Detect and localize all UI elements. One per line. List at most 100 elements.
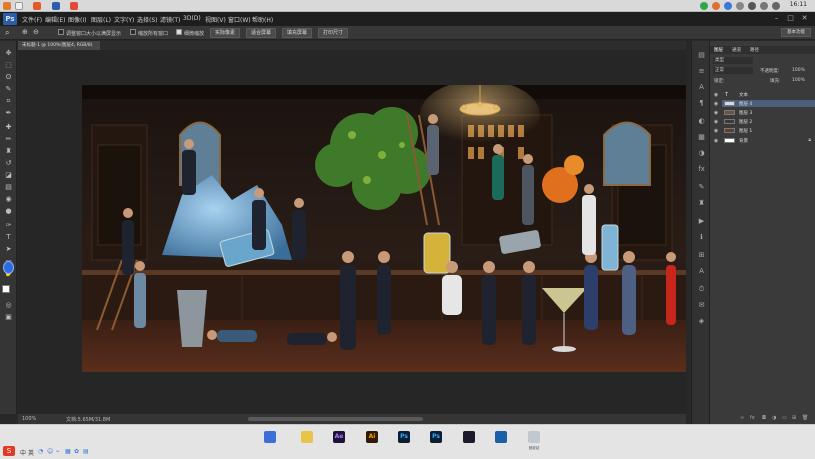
ime-emoji-icon[interactable]: ☺ [47, 448, 53, 455]
crop-tool-icon[interactable]: ⌗ [4, 97, 13, 105]
layer-row-1[interactable]: 图层 1 [722, 127, 815, 134]
delete-layer-icon[interactable]: 🗑︎ [802, 415, 808, 421]
quick-mask-icon[interactable]: ◎ [4, 301, 13, 309]
color-panel-icon[interactable]: ◐ [697, 117, 706, 125]
gradient-tool-icon[interactable]: ▤ [4, 183, 13, 191]
ime-english-toggle[interactable]: 英 [28, 448, 34, 457]
layer-row-background[interactable]: 背景 🔒︎ [722, 137, 815, 144]
styles-panel-icon[interactable]: fx [697, 165, 706, 173]
zoom-in-icon[interactable]: ⊕ [22, 28, 31, 37]
document-tab[interactable]: 未标题-1 @ 100%(图层4, RGB/8) [18, 41, 100, 50]
paragraph-panel-icon[interactable]: ¶ [697, 99, 706, 107]
zoom-level[interactable]: 100% [22, 416, 36, 422]
layer-style-icon[interactable]: fx [750, 415, 755, 421]
eye-icon[interactable]: ◉ [713, 119, 719, 125]
tab-channels[interactable]: 通道 [732, 47, 741, 53]
history-panel-icon[interactable]: ▤ [697, 51, 706, 59]
tray-icon[interactable] [748, 2, 756, 10]
app-icon[interactable] [33, 2, 41, 10]
text-panel-icon[interactable]: A [697, 267, 706, 275]
menu-file[interactable]: 文件(F) [22, 15, 42, 24]
eye-icon[interactable]: ◉ [713, 138, 719, 144]
app-icon[interactable] [15, 2, 23, 10]
eye-icon[interactable]: ◉ [713, 101, 719, 107]
layer-kind-filter[interactable]: 类型 [713, 57, 753, 64]
opacity-value[interactable]: 100% [792, 68, 805, 73]
dock-app-after-effects[interactable]: Ae [333, 431, 345, 443]
ime-voice-icon[interactable]: ⌁ [56, 448, 60, 455]
eraser-tool-icon[interactable]: ◪ [4, 171, 13, 179]
horizontal-scrollbar[interactable] [248, 417, 423, 421]
blur-tool-icon[interactable]: ◉ [4, 195, 13, 203]
link-layers-icon[interactable]: ∞ [740, 415, 744, 421]
menu-window[interactable]: 窗口(W) [228, 15, 251, 24]
fit-screen-button[interactable]: 适合屏幕 [246, 28, 276, 38]
fill-value[interactable]: 100% [792, 78, 805, 83]
ime-keyboard-icon[interactable]: ▦ [65, 448, 71, 455]
workspace-switcher[interactable]: 基本功能 [781, 28, 811, 37]
eye-icon[interactable]: ◉ [713, 128, 719, 134]
eye-icon[interactable]: ◉ [713, 92, 719, 98]
new-group-icon[interactable]: ▭ [782, 415, 787, 421]
dock-app-cinema4d[interactable] [463, 431, 475, 443]
clone-source-panel-icon[interactable]: ♜ [697, 199, 706, 207]
dock-app-illustrator[interactable]: Ai [366, 431, 378, 443]
ime-logo-icon[interactable]: S [3, 446, 15, 456]
menu-type[interactable]: 文字(Y) [114, 15, 134, 24]
dock-app-browser[interactable] [495, 431, 507, 443]
tab-layers[interactable]: 图层 [714, 47, 723, 53]
dock-app-folder[interactable] [301, 431, 313, 443]
dock-app-photoshop-2[interactable]: Ps [430, 431, 442, 443]
menu-edit[interactable]: 编辑(E) [45, 15, 65, 24]
marquee-tool-icon[interactable]: ⬚ [4, 61, 13, 69]
restore-icon[interactable]: □ [786, 14, 795, 23]
path-select-tool-icon[interactable]: ➤ [4, 245, 13, 253]
lasso-tool-icon[interactable]: ʘ [4, 73, 13, 81]
timeline-panel-icon[interactable]: ⏱ [697, 285, 706, 293]
zoom-tool-icon[interactable]: ⌕ [5, 28, 14, 37]
type-tool-icon[interactable]: T [4, 233, 13, 241]
tray-icon[interactable] [736, 2, 744, 10]
menu-help[interactable]: 帮助(H) [252, 15, 273, 24]
app-icon[interactable] [52, 2, 60, 10]
document-artwork[interactable] [82, 85, 686, 372]
layer-row-4-selected[interactable]: 图层 4 [722, 100, 815, 107]
dock-app-computer[interactable] [264, 431, 276, 443]
tray-icon[interactable] [760, 2, 768, 10]
layer-row-text[interactable]: T 文本 [722, 91, 815, 98]
eyedropper-tool-icon[interactable]: ✒ [4, 109, 13, 117]
dodge-tool-icon[interactable]: ● [4, 207, 13, 215]
actual-pixels-button[interactable]: 实际像素 [210, 28, 240, 38]
zoom-out-icon[interactable]: ⊖ [33, 28, 42, 37]
tab-paths[interactable]: 路径 [750, 47, 759, 53]
menu-filter[interactable]: 滤镜(T) [160, 15, 180, 24]
zoom-tool-active-icon[interactable] [3, 261, 14, 274]
app-icon[interactable] [70, 2, 78, 10]
print-size-button[interactable]: 打印尺寸 [318, 28, 348, 38]
ime-chinese-toggle[interactable]: 中 [20, 448, 26, 457]
tray-icon[interactable] [724, 2, 732, 10]
tray-icon[interactable] [772, 2, 780, 10]
zoom-all-checkbox[interactable] [130, 29, 136, 35]
brush-panel-icon[interactable]: ✎ [697, 183, 706, 191]
navigator-panel-icon[interactable]: ⊞ [697, 251, 706, 259]
notes-panel-icon[interactable]: ✉ [697, 301, 706, 309]
add-mask-icon[interactable]: ◘ [762, 415, 766, 421]
layer-row-3[interactable]: 图层 3 [722, 109, 815, 116]
brush-tool-icon[interactable]: ✏ [4, 135, 13, 143]
menu-layer[interactable]: 图层(L) [91, 15, 111, 24]
tray-icon[interactable] [700, 2, 708, 10]
ime-punctuation-icon[interactable]: ◔ [38, 448, 43, 455]
new-layer-icon[interactable]: ⊞ [792, 415, 796, 421]
move-tool-icon[interactable]: ✥ [4, 49, 13, 57]
ime-tools-icon[interactable]: ▤ [83, 448, 89, 455]
fill-screen-button[interactable]: 填充屏幕 [282, 28, 312, 38]
properties-panel-icon[interactable]: ≡ [697, 67, 706, 75]
close-icon[interactable]: ✕ [800, 14, 809, 23]
blend-mode-select[interactable]: 正常 [713, 67, 753, 74]
minimize-icon[interactable]: – [772, 14, 781, 23]
history-brush-tool-icon[interactable]: ↺ [4, 159, 13, 167]
quick-select-tool-icon[interactable]: ✎ [4, 85, 13, 93]
clone-stamp-tool-icon[interactable]: ♜ [4, 147, 13, 155]
actions-panel-icon[interactable]: ▶ [697, 217, 706, 225]
